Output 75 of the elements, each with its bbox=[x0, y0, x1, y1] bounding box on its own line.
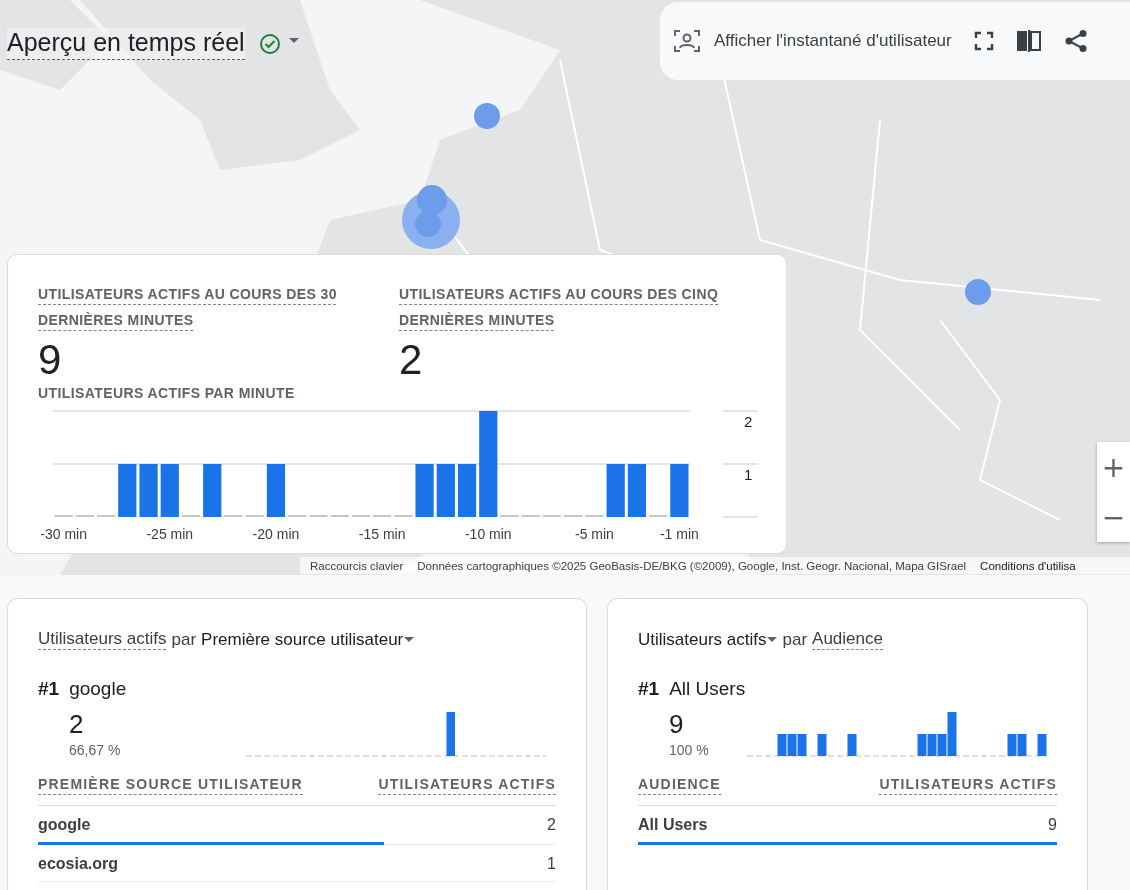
column-header[interactable]: UTILISATEURS ACTIFS bbox=[879, 776, 1057, 795]
axis-label: -10 min bbox=[464, 526, 512, 542]
chart-bar bbox=[160, 464, 179, 517]
selector-link[interactable]: Première source utilisateur bbox=[201, 629, 404, 650]
table-cell: 2 bbox=[547, 816, 556, 834]
table-cell: 1 bbox=[547, 855, 556, 873]
axis-label: -15 min bbox=[358, 526, 406, 542]
snapshot-button[interactable]: Afficher l'instantané d'utilisateur bbox=[674, 25, 952, 57]
chart-bar bbox=[118, 464, 137, 517]
compare-columns-icon[interactable] bbox=[1015, 30, 1042, 52]
chart-bar bbox=[436, 464, 455, 517]
zoom-out-button[interactable]: − bbox=[1097, 492, 1130, 542]
table-cell: google bbox=[38, 816, 91, 834]
column-header[interactable]: PREMIÈRE SOURCE UTILISATEUR bbox=[38, 776, 303, 795]
top-item-value: 2 bbox=[69, 709, 85, 740]
axis-label: -1 min bbox=[659, 526, 699, 542]
share-icon[interactable] bbox=[1063, 29, 1088, 53]
top-item-value: 9 bbox=[669, 709, 685, 740]
axis-label: -20 min bbox=[252, 526, 300, 542]
table-cell: ecosia.org bbox=[38, 855, 119, 873]
sparkline-bar bbox=[847, 734, 857, 756]
rank-label: #1 bbox=[38, 678, 60, 700]
sparkline-bar bbox=[787, 734, 797, 756]
metric-value: 9 bbox=[38, 335, 63, 385]
sparkline-bar bbox=[1017, 734, 1027, 756]
selector-link[interactable]: Utilisateurs actifs bbox=[38, 629, 167, 650]
chart-bar bbox=[203, 464, 222, 517]
top-item-name: All Users bbox=[669, 678, 746, 700]
axis-label: 2 bbox=[744, 413, 753, 430]
sparkline-bar bbox=[446, 712, 455, 756]
chart-bar bbox=[139, 464, 158, 517]
sparkline-bar bbox=[797, 734, 807, 756]
axis-label: -30 min bbox=[40, 526, 87, 542]
chart-bar bbox=[415, 464, 434, 517]
sparkline-bar bbox=[817, 734, 827, 756]
metric-label[interactable]: UTILISATEURS ACTIFS AU COURS DES CINQ DERNIÈRES MINUTES bbox=[399, 281, 744, 333]
selector-link[interactable]: Utilisateurs actifs bbox=[638, 629, 767, 650]
axis-label: -25 min bbox=[146, 526, 194, 542]
chart-bar bbox=[670, 464, 689, 517]
person-snapshot-icon bbox=[674, 29, 700, 53]
metric-label[interactable]: UTILISATEURS ACTIFS AU COURS DES 30 DERNIÈRES MINUTES bbox=[38, 281, 338, 333]
sparkline-bar bbox=[927, 734, 937, 756]
chart-bar bbox=[606, 464, 625, 517]
caret-icon[interactable] bbox=[288, 37, 299, 43]
chart-bar bbox=[457, 464, 477, 517]
page-title: Aperçu en temps réel bbox=[7, 28, 245, 60]
selector-link[interactable]: Audience bbox=[812, 629, 883, 650]
check-circle-icon bbox=[258, 33, 281, 55]
sparkline-bar bbox=[917, 734, 927, 756]
top-item-name: google bbox=[69, 678, 127, 700]
sparkline-bar bbox=[1007, 734, 1017, 756]
column-header[interactable]: AUDIENCE bbox=[638, 776, 721, 795]
rank-label: #1 bbox=[638, 678, 660, 700]
top-item-share: 100 % bbox=[669, 742, 709, 758]
fullscreen-icon[interactable] bbox=[973, 31, 994, 51]
table-cell: All Users bbox=[638, 816, 708, 834]
sparkline-bar bbox=[777, 734, 787, 756]
table-cell: 9 bbox=[1048, 816, 1057, 834]
keyboard-shortcuts-link[interactable]: Raccourcis clavier bbox=[310, 559, 404, 572]
caret-icon[interactable] bbox=[404, 637, 415, 642]
column-header[interactable]: UTILISATEURS ACTIFS bbox=[378, 776, 556, 795]
chart-bar bbox=[627, 464, 647, 517]
top-item-share: 66,67 % bbox=[69, 742, 121, 758]
caret-icon[interactable] bbox=[767, 637, 778, 642]
sparkline-bar bbox=[1037, 734, 1047, 756]
terms-link[interactable]: Conditions d'utilisa bbox=[980, 559, 1076, 572]
chart-title: UTILISATEURS ACTIFS PAR MINUTE bbox=[38, 385, 296, 401]
card-title-text: par bbox=[782, 629, 808, 650]
card-title-text: par bbox=[171, 629, 197, 650]
axis-label: 1 bbox=[744, 466, 753, 483]
map-attribution: Données cartographiques ©2025 GeoBasis-DE/BKG (©2009), Google, Inst. Geogr. Nacional, Mapa GISrael bbox=[417, 559, 967, 572]
zoom-in-button[interactable]: + bbox=[1097, 442, 1130, 492]
chart-bar bbox=[266, 464, 286, 517]
metric-value: 2 bbox=[399, 335, 424, 385]
axis-label: -5 min bbox=[575, 526, 614, 542]
